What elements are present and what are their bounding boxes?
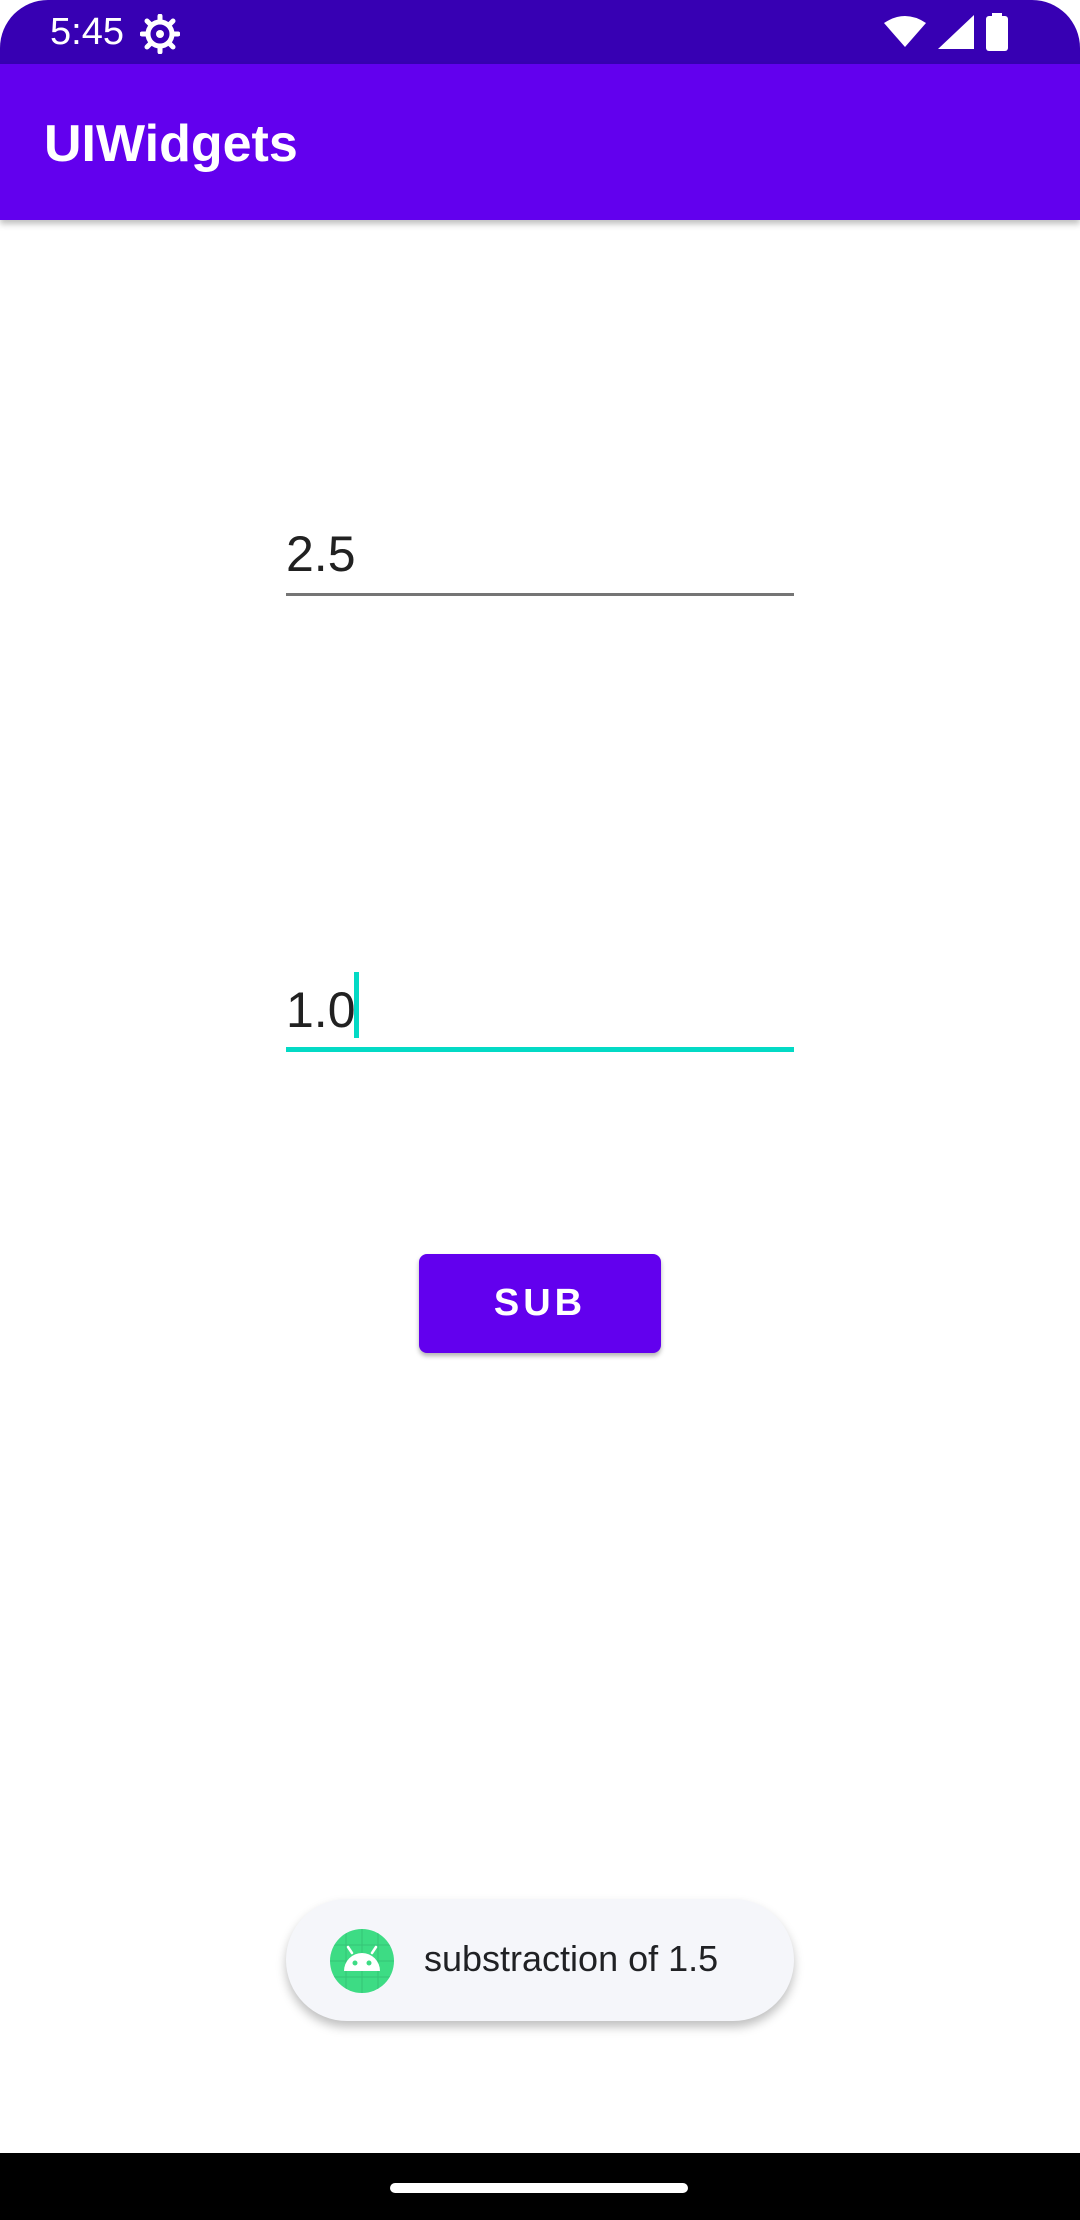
home-handle[interactable] [390,2183,688,2193]
android-icon [330,1929,394,1993]
app-bar: UIWidgets [0,64,1080,220]
text-cursor [354,972,359,1038]
second-number-underline [286,1047,794,1052]
status-time: 5:45 [50,11,124,53]
first-number-field[interactable]: 2.5 [286,516,794,596]
signal-icon [938,14,974,54]
status-icons [884,12,1008,56]
sub-button[interactable]: SUB [419,1254,661,1353]
toast-message: substraction of 1.5 [424,1938,719,1979]
wifi-icon [884,15,926,54]
second-number-value: 1.0 [286,982,356,1038]
status-bar: 5:45 [0,0,1080,64]
first-number-value: 2.5 [286,526,356,582]
app-title: UIWidgets [44,115,298,173]
first-number-underline [286,593,794,596]
navigation-bar [0,2153,1080,2220]
toast: substraction of 1.5 [286,1899,794,2021]
second-number-field[interactable]: 1.0 [286,972,794,1052]
gear-icon [139,13,181,55]
battery-icon [986,12,1008,56]
